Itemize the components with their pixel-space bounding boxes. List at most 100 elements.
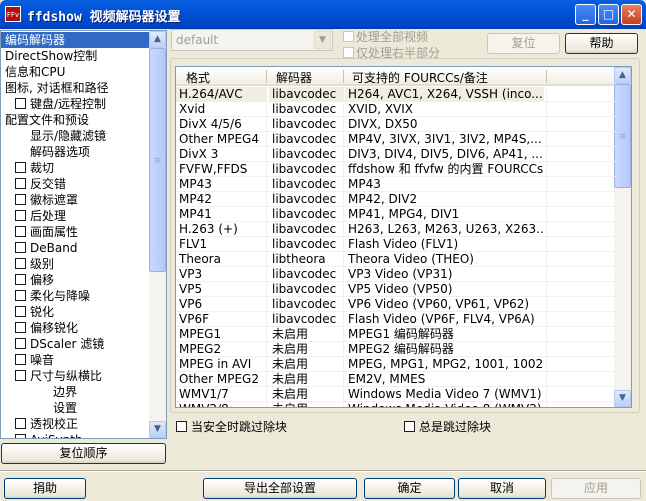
ok-button[interactable]: 确定 xyxy=(364,478,455,499)
table-row[interactable]: MPEG1 未启用 MPEG1 编码解码器 xyxy=(176,327,615,342)
table-row[interactable]: H.264/AVC libavcodec H264, AVC1, X264, VSS… xyxy=(176,87,615,102)
checkbox-icon[interactable] xyxy=(15,226,26,237)
maximize-button[interactable]: □ xyxy=(598,4,619,25)
reset-order-button[interactable]: 复位顺序 xyxy=(1,443,166,464)
table-row[interactable]: VP3 libavcodec VP3 Video (VP31) xyxy=(176,267,615,282)
scroll-thumb[interactable]: ≡ xyxy=(149,48,166,272)
checkbox-icon[interactable] xyxy=(15,274,26,285)
tree-item[interactable]: 设置 xyxy=(1,400,77,416)
tree-item[interactable]: 画面属性 xyxy=(1,224,78,240)
tree-item[interactable]: 后处理 xyxy=(1,208,66,224)
table-row[interactable]: FLV1 libavcodec Flash Video (FLV1) xyxy=(176,237,615,252)
tree-item[interactable]: 配置文件和预设 xyxy=(1,112,89,128)
checkbox-icon[interactable] xyxy=(15,290,26,301)
checkbox-icon[interactable] xyxy=(15,306,26,317)
format-cell: Theora xyxy=(179,252,221,266)
table-row[interactable]: DivX 4/5/6 libavcodec DIVX, DX50 xyxy=(176,117,615,132)
tree-item[interactable]: DirectShow控制 xyxy=(1,48,97,64)
export-settings-button[interactable]: 导出全部设置 xyxy=(203,478,357,499)
checkbox-icon[interactable] xyxy=(15,178,26,189)
checkbox-icon[interactable] xyxy=(15,354,26,365)
tree-item[interactable]: 尺寸与纵横比 xyxy=(1,368,102,384)
table-row[interactable]: Theora libtheora Theora Video (THEO) xyxy=(176,252,615,267)
tree-item[interactable]: 噪音 xyxy=(1,352,54,368)
header-format[interactable]: 格式 xyxy=(186,69,210,86)
tree-item[interactable]: 柔化与降噪 xyxy=(1,288,90,304)
table-row[interactable]: VP5 libavcodec VP5 Video (VP50) xyxy=(176,282,615,297)
table-row[interactable]: WMV1/7 未启用 Windows Media Video 7 (WMV1) xyxy=(176,387,615,402)
checkbox-icon[interactable] xyxy=(15,242,26,253)
table-row[interactable]: Xvid libavcodec XVID, XVIX xyxy=(176,102,615,117)
checkbox-icon[interactable] xyxy=(15,418,26,429)
tree-item-label: 锐化 xyxy=(30,305,55,319)
tree-item[interactable]: 图标, 对话框和路径 xyxy=(1,80,109,96)
tree-item[interactable]: 锐化 xyxy=(1,304,54,320)
tree-item[interactable]: 显示/隐藏滤镜 xyxy=(1,128,106,144)
tree-item[interactable]: 边界 xyxy=(1,384,77,400)
table-row[interactable]: WMV2/8未启用Windows Media Video 8 (WMV2) xyxy=(176,402,615,407)
checkbox-icon xyxy=(343,47,354,58)
table-row[interactable]: MPEG2 未启用 MPEG2 编码解码器 xyxy=(176,342,615,357)
table-row[interactable]: MP43 libavcodec MP43 xyxy=(176,177,615,192)
checkbox-icon[interactable] xyxy=(15,370,26,381)
decoder-cell: libavcodec xyxy=(272,132,337,146)
scroll-down-icon[interactable]: ▼ xyxy=(614,390,631,407)
tree-item[interactable]: 偏移 xyxy=(1,272,54,288)
table-row[interactable]: DivX 3 libavcodec DIV3, DIV4, DIV5, DIV6, … xyxy=(176,147,615,162)
filter-tree[interactable]: AviSynth 透视校正 设置 边界 尺寸与纵横比噪音 DScaler 滤镜偏移锐化 锐化… xyxy=(0,30,167,439)
checkbox-icon[interactable] xyxy=(15,338,26,349)
table-row[interactable]: FVFW,FFDS libavcodec ffdshow 和 ffvfw 的内置 F… xyxy=(176,162,615,177)
table-row[interactable]: MP42 libavcodec MP42, DIV2 xyxy=(176,192,615,207)
scroll-down-icon[interactable]: ▼ xyxy=(149,421,166,438)
tree-item[interactable]: 级别 xyxy=(1,256,54,272)
checkbox-icon[interactable] xyxy=(15,162,26,173)
fourcc-cell: Flash Video (FLV1) xyxy=(348,237,459,251)
table-row[interactable]: H.263 (+) libavcodec H263, L263, M263, U26… xyxy=(176,222,615,237)
tree-item[interactable]: DScaler 滤镜 xyxy=(1,336,104,352)
scroll-up-icon[interactable]: ▲ xyxy=(614,67,631,84)
tree-item[interactable]: 徽标遮罩 xyxy=(1,192,78,208)
tree-item[interactable]: 裁切 xyxy=(1,160,54,176)
donate-button[interactable]: 捐助 xyxy=(4,478,86,499)
tree-item[interactable]: 键盘/远程控制 xyxy=(1,96,106,112)
tree-item[interactable]: 信息和CPU xyxy=(1,64,65,80)
tree-item[interactable]: DeBand xyxy=(1,240,77,256)
table-row[interactable]: MPEG in AVI 未启用 MPEG, MPG1, MPG2, 1001, 10… xyxy=(176,357,615,372)
fourcc-cell: ffdshow 和 ffvfw 的内置 FOURCCs xyxy=(348,162,544,176)
tree-item[interactable]: 解码器选项 xyxy=(1,144,90,160)
table-row[interactable]: Other MPEG4 libavcodec MP4V, 3IVX, 3IV1, 3… xyxy=(176,132,615,147)
checkbox-icon[interactable] xyxy=(15,194,26,205)
tree-item[interactable]: 编码解码器 xyxy=(1,32,149,48)
fourcc-cell: XVID, XVIX xyxy=(348,102,414,116)
tree-item[interactable]: 透视校正 xyxy=(1,416,78,432)
scroll-up-icon[interactable]: ▲ xyxy=(149,31,166,48)
table-row[interactable]: VP6 libavcodec VP6 Video (VP60, VP61, VP62… xyxy=(176,297,615,312)
header-fourccs[interactable]: 可支持的 FOURCCs/备注 xyxy=(352,69,488,86)
tree-item[interactable]: 反交错 xyxy=(1,176,66,192)
help-button[interactable]: 帮助 xyxy=(565,33,638,54)
tree-item[interactable]: AviSynth xyxy=(1,432,83,438)
cancel-button[interactable]: 取消 xyxy=(458,478,546,499)
table-row[interactable]: MP41 libavcodec MP41, MPG4, DIV1 xyxy=(176,207,615,222)
checkbox-icon[interactable] xyxy=(15,258,26,269)
list-scrollbar[interactable]: ▲ ≡ ▼ xyxy=(614,67,631,407)
minimize-button[interactable]: _ xyxy=(575,4,596,25)
tree-item-label: 画面属性 xyxy=(30,225,79,239)
fourcc-cell: VP3 Video (VP31) xyxy=(348,267,453,281)
checkbox-icon[interactable] xyxy=(15,434,26,438)
tree-scrollbar[interactable]: ▲ ≡ ▼ xyxy=(149,31,166,438)
scroll-thumb[interactable]: ≡ xyxy=(614,84,631,188)
tree-item-label: 偏移锐化 xyxy=(30,321,79,335)
table-row[interactable]: VP6F libavcodec Flash Video (VP6F, FLV4, V… xyxy=(176,312,615,327)
header-decoder[interactable]: 解码器 xyxy=(276,69,312,86)
checkbox-icon[interactable] xyxy=(15,98,26,109)
codec-list[interactable]: 格式 解码器 可支持的 FOURCCs/备注 ▲ ≡ ▼ H.264/AVC li… xyxy=(175,66,632,408)
checkbox-icon[interactable] xyxy=(15,210,26,221)
table-row[interactable]: Other MPEG2 未启用 EM2V, MMES xyxy=(176,372,615,387)
close-button[interactable]: ✕ xyxy=(621,4,642,25)
tree-item[interactable]: 偏移锐化 xyxy=(1,320,78,336)
skip-deblock-always-checkbox[interactable]: 总是跳过除块 xyxy=(404,418,491,435)
checkbox-icon[interactable] xyxy=(15,322,26,333)
format-cell: FVFW,FFDS xyxy=(179,162,248,176)
skip-deblock-safe-checkbox[interactable]: 当安全时跳过除块 xyxy=(176,418,287,435)
